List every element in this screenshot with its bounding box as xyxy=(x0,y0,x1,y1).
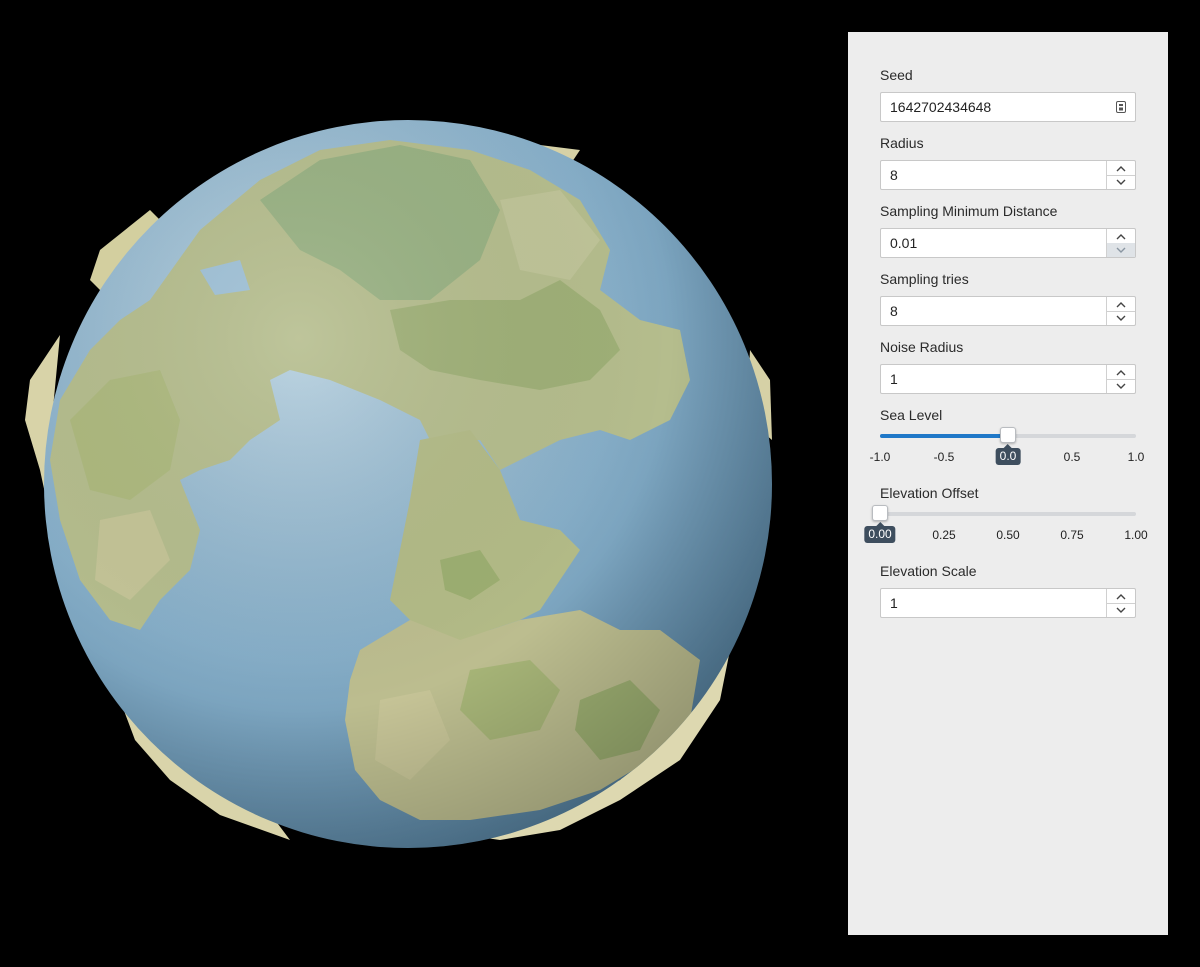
sampling-min-distance-value: 0.01 xyxy=(890,235,918,251)
increment-button[interactable] xyxy=(1107,297,1135,312)
keypad-icon[interactable] xyxy=(1114,100,1128,114)
sampling-tries-input[interactable]: 8 xyxy=(880,296,1136,326)
decrement-button[interactable] xyxy=(1107,311,1135,325)
chevron-up-icon xyxy=(1116,301,1126,307)
radius-value: 8 xyxy=(890,167,898,183)
elevation-scale-label: Elevation Scale xyxy=(880,563,977,579)
slider-tick-label: -0.5 xyxy=(933,450,955,464)
chevron-down-icon xyxy=(1116,383,1126,389)
elevation-scale-input[interactable]: 1 xyxy=(880,588,1136,618)
chevron-up-icon xyxy=(1116,165,1126,171)
radius-stepper xyxy=(1106,161,1135,189)
sampling-tries-stepper xyxy=(1106,297,1135,325)
sampling-min-distance-label: Sampling Minimum Distance xyxy=(880,203,1058,219)
noise-radius-field: Noise Radius 1 xyxy=(880,338,1136,394)
slider-tick-label: -1.0 xyxy=(869,450,891,464)
chevron-up-icon xyxy=(1116,233,1126,239)
globe-shading xyxy=(44,120,772,848)
noise-radius-stepper xyxy=(1106,365,1135,393)
slider-value-badge: 0.0 xyxy=(995,444,1021,465)
elevation-offset-label: Elevation Offset xyxy=(880,485,979,501)
increment-button[interactable] xyxy=(1107,229,1135,244)
noise-radius-input[interactable]: 1 xyxy=(880,364,1136,394)
sampling-min-distance-stepper xyxy=(1106,229,1135,257)
sea-level-label: Sea Level xyxy=(880,407,943,423)
chevron-down-icon xyxy=(1116,315,1126,321)
seed-label: Seed xyxy=(880,67,913,83)
sampling-min-distance-field: Sampling Minimum Distance 0.01 xyxy=(880,202,1136,258)
slider-thumb[interactable] xyxy=(1000,427,1016,443)
elevation-offset-field: Elevation Offset 0.00 0.25 0.50 0.75 1.00 xyxy=(864,484,1148,543)
decrement-button[interactable] xyxy=(1107,603,1135,617)
planet-render xyxy=(25,120,772,848)
chevron-down-icon xyxy=(1116,247,1126,253)
elevation-scale-value: 1 xyxy=(890,595,898,611)
slider-tick-label: 0.5 xyxy=(1063,450,1081,464)
slider-tick-label: 0.25 xyxy=(932,528,956,542)
chevron-down-icon xyxy=(1116,179,1126,185)
sampling-tries-value: 8 xyxy=(890,303,898,319)
seed-field: Seed 1642702434648 xyxy=(880,66,1136,122)
slider-tick-label: 0.50 xyxy=(996,528,1020,542)
radius-input[interactable]: 8 xyxy=(880,160,1136,190)
increment-button[interactable] xyxy=(1107,365,1135,380)
elevation-offset-slider[interactable]: 0.00 0.25 0.50 0.75 1.00 xyxy=(864,505,1148,543)
elevation-scale-field: Elevation Scale 1 xyxy=(880,562,1136,618)
increment-button[interactable] xyxy=(1107,161,1135,176)
chevron-down-icon xyxy=(1116,607,1126,613)
decrement-button[interactable] xyxy=(1107,243,1135,257)
decrement-button[interactable] xyxy=(1107,379,1135,393)
sampling-tries-field: Sampling tries 8 xyxy=(880,270,1136,326)
increment-button[interactable] xyxy=(1107,589,1135,604)
seed-value: 1642702434648 xyxy=(890,99,992,115)
radius-field: Radius 8 xyxy=(880,134,1136,190)
sampling-tries-label: Sampling tries xyxy=(880,271,969,287)
seed-input[interactable]: 1642702434648 xyxy=(880,92,1136,122)
radius-label: Radius xyxy=(880,135,924,151)
noise-radius-value: 1 xyxy=(890,371,898,387)
sampling-min-distance-input[interactable]: 0.01 xyxy=(880,228,1136,258)
slider-tick-label: 1.00 xyxy=(1124,528,1148,542)
chevron-up-icon xyxy=(1116,369,1126,375)
slider-tick-label: 0.75 xyxy=(1060,528,1084,542)
slider-fill xyxy=(880,434,1008,438)
sea-level-slider[interactable]: -1.0 -0.5 0.0 0.5 1.0 xyxy=(870,427,1144,465)
sea-level-field: Sea Level -1.0 -0.5 0.0 0.5 1.0 xyxy=(870,406,1144,465)
slider-thumb[interactable] xyxy=(872,505,888,521)
slider-tick-label: 1.0 xyxy=(1127,450,1145,464)
noise-radius-label: Noise Radius xyxy=(880,339,964,355)
chevron-up-icon xyxy=(1116,593,1126,599)
slider-track[interactable] xyxy=(880,512,1136,516)
elevation-scale-stepper xyxy=(1106,589,1135,617)
slider-value-badge: 0.00 xyxy=(864,522,896,543)
decrement-button[interactable] xyxy=(1107,175,1135,189)
slider-ticks: 0.00 0.25 0.50 0.75 1.00 xyxy=(864,522,1148,545)
slider-ticks: -1.0 -0.5 0.0 0.5 1.0 xyxy=(870,444,1144,467)
controls-panel: Seed 1642702434648 Radius 8 Sampling Min… xyxy=(848,32,1168,935)
planet-viewport[interactable] xyxy=(0,0,848,967)
